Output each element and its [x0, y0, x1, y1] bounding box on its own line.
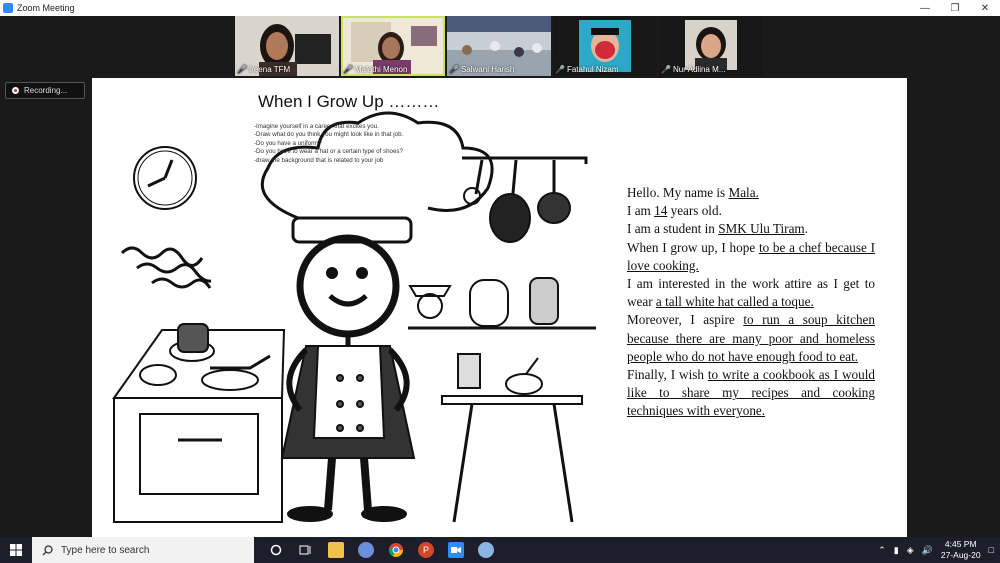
participant-name: Nur Adlina M...: [672, 65, 726, 74]
volume-icon[interactable]: 🔊: [922, 545, 933, 556]
participant-name: Malathi Menon: [354, 65, 408, 74]
prompt-line: -Do you have to wear a hat or a certain …: [254, 148, 403, 156]
zoom-icon[interactable]: [448, 542, 464, 558]
story-line: I am interested in the work attire as I …: [627, 276, 875, 310]
notification-icon[interactable]: □: [989, 545, 994, 555]
paint-app-icon[interactable]: [358, 542, 374, 558]
muted-mic-icon: 🎤: [661, 65, 671, 74]
stove-drawing: [112, 323, 286, 523]
cortana-icon[interactable]: [268, 542, 284, 558]
taskbar-search-box[interactable]: Type here to search: [32, 537, 254, 563]
clock-date: 27-Aug-20: [940, 550, 981, 560]
story-line: Moreover, I aspire to run a soup kitchen…: [627, 312, 875, 364]
wall-clock-drawing: [133, 146, 197, 210]
story-line: I am 14 years old.: [627, 203, 722, 219]
participant-tile[interactable]: 🎤 Salwani Harish: [447, 16, 551, 76]
muted-mic-icon: 🎤: [555, 65, 565, 74]
zoom-app-icon: [3, 3, 13, 13]
story-text: Hello. My name is Mala. I am 14 years ol…: [627, 184, 875, 421]
search-icon: [42, 544, 53, 555]
prompt-line: -Draw what do you think you might look l…: [254, 131, 404, 139]
muted-mic-icon: 🎤: [449, 65, 459, 74]
window-title: Zoom Meeting: [17, 3, 75, 13]
file-explorer-icon[interactable]: [328, 542, 344, 558]
chrome-icon[interactable]: [388, 542, 404, 558]
taskbar-clock[interactable]: 4:45 PM 27-Aug-20: [941, 539, 981, 561]
participant-tile[interactable]: 🎤 Malathi Menon: [341, 16, 445, 76]
windows-icon: [10, 544, 22, 556]
prompt-line: -Imagine yourself in a career that excit…: [254, 123, 379, 130]
window-titlebar: Zoom Meeting — ❐ ✕: [0, 0, 1000, 16]
window-controls: — ❐ ✕: [910, 0, 1000, 16]
story-line: I am a student in SMK Ulu Tiram.: [627, 221, 808, 237]
utensil-rack-drawing: [462, 156, 588, 243]
search-placeholder: Type here to search: [61, 544, 150, 556]
prompt-line: -draw the background that is related to …: [254, 156, 384, 164]
muted-mic-icon: 🎤: [237, 65, 247, 74]
recording-label: Recording...: [24, 86, 68, 95]
shared-screen-slide: When I Grow Up ……… -Imagine yourself in …: [92, 78, 907, 537]
participant-name: Ireena TFM: [248, 65, 291, 74]
recording-indicator[interactable]: Recording...: [5, 82, 85, 99]
chef-figure-drawing: [260, 111, 494, 522]
muted-mic-icon: 🎤: [343, 65, 353, 74]
chevron-up-icon[interactable]: ⌃: [878, 545, 886, 556]
participant-tile[interactable]: 🎤 Nur Adlina M...: [659, 16, 763, 76]
slide-title: When I Grow Up ………: [258, 92, 440, 111]
start-button[interactable]: [0, 537, 32, 563]
story-line: Finally, I wish to write a cookbook as I…: [627, 367, 875, 419]
powerpoint-icon[interactable]: P: [418, 542, 434, 558]
activity-prompts: -Imagine yourself in a career that excit…: [254, 123, 484, 165]
shelf-drawing: [408, 277, 596, 330]
network-icon[interactable]: ◈: [907, 545, 914, 556]
maximize-button[interactable]: ❐: [940, 0, 970, 16]
paint-icon[interactable]: [478, 542, 494, 558]
minimize-button[interactable]: —: [910, 0, 940, 16]
participant-gallery: 🎤 Ireena TFM 🎤 Malathi Menon 🎤 Salwani Hari…: [235, 16, 763, 76]
participant-name: Fatahul Nizam: [566, 65, 619, 74]
participant-tile[interactable]: 🎤 Ireena TFM: [235, 16, 339, 76]
system-tray: ⌃ ▮ ◈ 🔊 4:45 PM 27-Aug-20 □: [878, 537, 1000, 563]
participant-name: Salwani Harish: [460, 65, 515, 74]
task-view-icon[interactable]: [298, 542, 314, 558]
windows-taskbar: Type here to search P ⌃ ▮ ◈ 🔊 4:45 PM 27…: [0, 537, 1000, 563]
record-icon: [12, 87, 19, 94]
close-button[interactable]: ✕: [970, 0, 1000, 16]
table-drawing: [441, 353, 583, 523]
prompt-line: -Do you have a uniform?: [254, 139, 322, 147]
story-line: Hello. My name is Mala.: [627, 185, 759, 200]
participant-tile[interactable]: 🎤 Fatahul Nizam: [553, 16, 657, 76]
clock-time: 4:45 PM: [944, 539, 977, 549]
battery-icon[interactable]: ▮: [894, 545, 899, 556]
story-line: When I grow up, I hope to be a chef beca…: [627, 239, 876, 273]
